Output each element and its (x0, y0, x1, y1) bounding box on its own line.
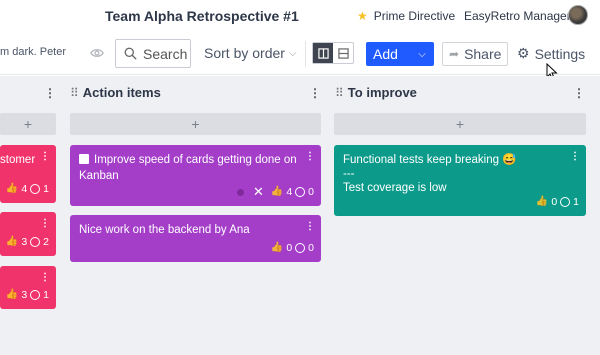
chevron-down-icon: ⌵ (288, 47, 297, 59)
add-card-button[interactable]: + (0, 113, 56, 135)
search-placeholder: Search (143, 45, 188, 62)
participant-filter[interactable]: m dark. Peter (0, 46, 68, 58)
thumbs-up-icon[interactable]: 👍 (536, 194, 548, 210)
comment-count: 0 (308, 242, 314, 254)
drag-handle-icon[interactable]: ⠿ (335, 86, 344, 100)
gear-icon: ⚙ (517, 45, 530, 61)
card-meta: 👍 3 1 (6, 287, 49, 303)
card-line: Test coverage is low (343, 182, 447, 194)
card-meta: 👍 3 2 (6, 234, 49, 250)
settings-label: Settings (534, 45, 586, 62)
comment-icon[interactable] (30, 290, 41, 300)
card-menu-icon[interactable]: ⋮ (40, 216, 50, 232)
comment-icon[interactable] (560, 197, 571, 207)
comment-icon[interactable] (30, 237, 41, 247)
user-name[interactable]: EasyRetro Manager (464, 9, 571, 23)
comment-icon[interactable] (30, 184, 41, 194)
comment-count: 2 (43, 236, 49, 248)
board-title: Team Alpha Retrospective #1 (105, 8, 299, 24)
card[interactable]: ⋮ Improve speed of cards getting done on… (70, 145, 321, 206)
star-icon: ★ (357, 9, 368, 23)
card[interactable]: ⋮ 👍 3 1 (0, 266, 56, 309)
add-label: Add (373, 46, 398, 62)
comment-icon[interactable] (295, 243, 306, 253)
vote-count: 4 (21, 183, 28, 195)
search-icon (124, 47, 137, 60)
column-menu-icon[interactable]: ⋮ (309, 86, 321, 100)
search-input[interactable]: Search (115, 39, 191, 68)
column-menu-icon[interactable]: ⋮ (573, 86, 585, 100)
column-title: To improve (347, 85, 417, 100)
add-card-button[interactable]: + (334, 113, 586, 135)
share-label: Share (464, 46, 502, 62)
vote-count: 0 (286, 242, 293, 254)
card-meta: 👍 0 1 (536, 194, 579, 210)
thumbs-up-icon[interactable]: 👍 (271, 240, 283, 256)
view-toggle[interactable] (312, 42, 354, 64)
board: ⋮ + ⋮ stomer 👍 4 1 ⋮ 👍 3 2 ⋮ 👍 3 1 ⠿ Act… (0, 76, 600, 355)
thumbs-up-icon[interactable]: 👍 (6, 234, 18, 250)
card-line: Functional tests keep breaking 😅 (343, 154, 517, 166)
card[interactable]: ⋮ Functional tests keep breaking 😅 --- T… (334, 145, 586, 216)
card-menu-icon[interactable]: ⋮ (305, 149, 315, 165)
card-menu-icon[interactable]: ⋮ (570, 149, 580, 165)
card-line: --- (343, 168, 355, 180)
card-menu-icon[interactable]: ⋮ (40, 149, 50, 165)
card[interactable]: ⋮ stomer 👍 4 1 (0, 145, 56, 203)
add-button[interactable]: Add ⌵ (366, 42, 434, 66)
thumbs-up-icon[interactable]: 👍 (6, 181, 18, 197)
comment-icon[interactable] (295, 187, 306, 197)
toolbar: m dark. Peter Search Sort by order ⌵ Add… (0, 33, 600, 75)
sort-label: Sort by order (204, 45, 285, 61)
card-meta: ✕ 👍 4 0 (236, 184, 314, 200)
card-menu-icon[interactable]: ⋮ (40, 270, 50, 286)
card[interactable]: ⋮ 👍 3 2 (0, 212, 56, 256)
thumbs-up-icon[interactable]: 👍 (271, 184, 283, 200)
settings-button[interactable]: ⚙ Settings (517, 45, 585, 62)
comment-count: 1 (43, 183, 49, 195)
column-menu-icon[interactable]: ⋮ (44, 86, 56, 100)
vote-count: 3 (21, 289, 28, 301)
card[interactable]: ⋮ Nice work on the backend by Ana 👍 0 0 (70, 215, 321, 262)
columns-view-icon[interactable] (313, 43, 333, 63)
thumbs-up-icon[interactable]: 👍 (6, 287, 18, 303)
card-text: Nice work on the backend by Ana (79, 224, 250, 236)
prime-directive-label: Prime Directive (373, 9, 456, 23)
share-icon: ➦ (449, 47, 460, 61)
card-meta: 👍 4 1 (6, 181, 49, 197)
vote-count: 4 (286, 186, 293, 198)
card-text: Functional tests keep breaking 😅 --- Tes… (343, 152, 517, 196)
chevron-down-icon[interactable]: ⌵ (410, 49, 434, 60)
eye-icon[interactable] (90, 46, 104, 60)
top-bar: Team Alpha Retrospective #1 ★ Prime Dire… (0, 0, 600, 33)
prime-directive-link[interactable]: ★ Prime Directive (357, 9, 455, 23)
column-title: Action items (82, 85, 161, 100)
column-header: ⠿ Action items (70, 85, 161, 100)
card-label: Improve speed of cards getting done on K… (79, 154, 297, 182)
avatar[interactable] (568, 5, 588, 25)
close-icon[interactable]: ✕ (253, 184, 264, 200)
comment-count: 0 (308, 186, 314, 198)
vote-count: 3 (21, 236, 28, 248)
card-meta: 👍 0 0 (271, 240, 314, 256)
comment-count: 1 (573, 196, 579, 208)
rows-view-icon[interactable] (333, 43, 353, 63)
sort-dropdown[interactable]: Sort by order ⌵ (204, 45, 297, 61)
card-text: stomer (0, 154, 36, 166)
card-text: Improve speed of cards getting done on K… (79, 152, 304, 184)
comment-count: 1 (43, 289, 49, 301)
card-menu-icon[interactable]: ⋮ (305, 219, 315, 235)
add-card-button[interactable]: + (70, 113, 321, 135)
drag-handle-icon[interactable]: ⠿ (70, 86, 79, 100)
checkbox[interactable] (79, 154, 89, 164)
share-button[interactable]: ➦ Share (442, 42, 508, 66)
color-dot-icon[interactable] (236, 188, 244, 196)
divider (305, 41, 306, 67)
column-header: ⠿ To improve (335, 85, 417, 100)
vote-count: 0 (551, 196, 558, 208)
